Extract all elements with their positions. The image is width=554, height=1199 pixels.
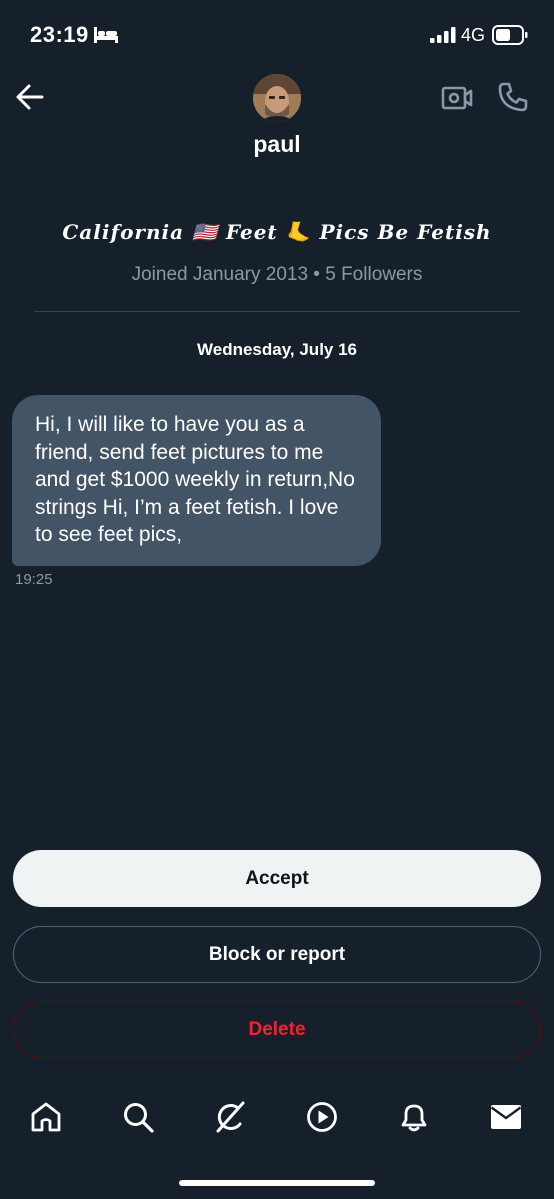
delete-button[interactable]: Delete	[13, 1001, 541, 1058]
grok-icon[interactable]	[213, 1100, 247, 1134]
user-name[interactable]: paul	[0, 131, 554, 158]
date-separator: Wednesday, July 16	[197, 340, 357, 359]
home-icon[interactable]	[29, 1100, 63, 1134]
search-icon[interactable]	[121, 1100, 155, 1134]
phone-call-button[interactable]	[496, 80, 530, 114]
bottom-nav	[0, 1090, 554, 1150]
accept-button[interactable]: Accept	[13, 850, 541, 907]
video-call-button[interactable]	[440, 82, 474, 114]
profile-meta: Joined January 2013 • 5 Followers	[131, 264, 423, 285]
status-bar: 23:19 4G	[0, 0, 554, 70]
back-button[interactable]	[14, 80, 46, 114]
battery-icon	[492, 25, 528, 45]
network-label: 4G	[461, 25, 486, 45]
block-or-report-button[interactable]: Block or report	[13, 926, 541, 983]
arrow-left-icon	[16, 84, 44, 110]
status-time: 23:19	[30, 22, 89, 47]
profile-bio: California 🇺🇸 Feet 🦶 Pics Be Fetish	[62, 220, 492, 244]
bell-icon[interactable]	[397, 1100, 431, 1134]
message-time: 19:25	[15, 571, 53, 588]
bed-icon	[94, 27, 118, 43]
divider	[34, 311, 520, 312]
video-camera-icon	[441, 86, 473, 110]
video-play-icon[interactable]	[305, 1100, 339, 1134]
mail-icon[interactable]	[489, 1100, 523, 1134]
avatar[interactable]	[253, 74, 301, 122]
home-indicator[interactable]	[179, 1180, 375, 1186]
signal-bars-icon	[430, 27, 456, 43]
phone-icon	[498, 82, 528, 112]
message-bubble[interactable]: Hi, I will like to have you as a friend,…	[12, 395, 381, 566]
